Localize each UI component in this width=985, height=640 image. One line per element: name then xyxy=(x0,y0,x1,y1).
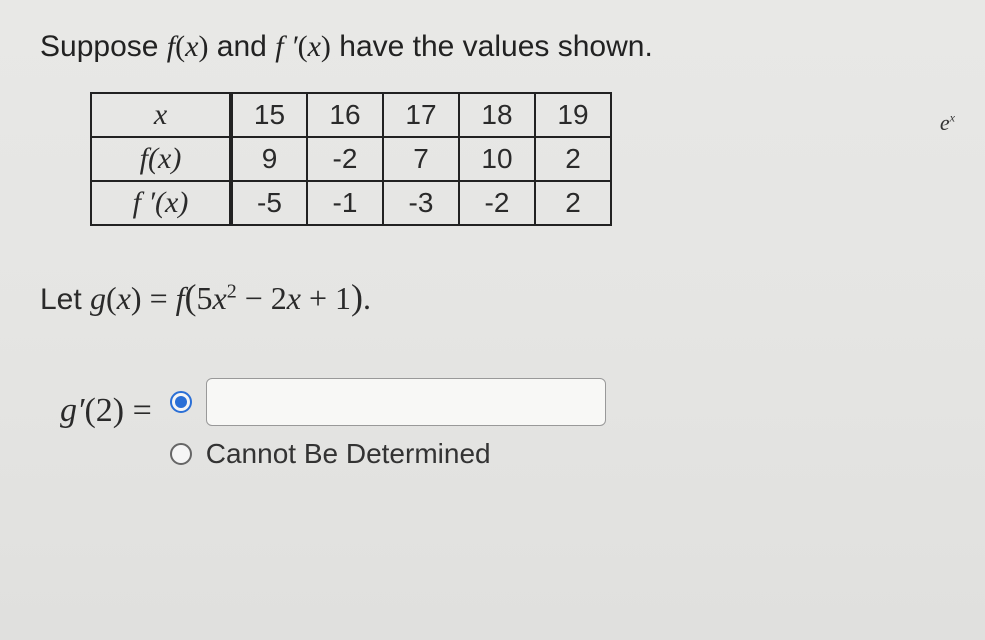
g-sym: g xyxy=(60,392,77,429)
big-paren-open: ( xyxy=(185,277,197,317)
cell: 2 xyxy=(535,181,611,225)
plus-one: + 1 xyxy=(301,280,351,316)
radio-cbd-option[interactable] xyxy=(170,443,192,465)
cell: 15 xyxy=(231,93,307,137)
f-symbol: f xyxy=(176,280,185,316)
period: . xyxy=(363,280,371,316)
cell: 7 xyxy=(383,137,459,181)
paren: ( xyxy=(106,280,117,316)
cbd-label: Cannot Be Determined xyxy=(206,438,491,470)
answer-input[interactable] xyxy=(206,378,606,426)
header-fx: f(x) xyxy=(91,137,231,181)
cell: -2 xyxy=(459,181,535,225)
let-prefix: Let xyxy=(40,283,90,316)
let-statement: Let g(x) = f(5x2 − 2x + 1). xyxy=(40,276,945,318)
option-input-row xyxy=(170,378,606,426)
answer-options: Cannot Be Determined xyxy=(170,378,606,470)
x-symbol-2: x xyxy=(308,30,321,63)
prompt-prefix: Suppose xyxy=(40,30,167,63)
paren-close-2: ) xyxy=(321,30,331,63)
equals: = xyxy=(142,280,176,316)
g-symbol: g xyxy=(90,280,106,316)
cell: 18 xyxy=(459,93,535,137)
option-cbd-row: Cannot Be Determined xyxy=(170,438,606,470)
cell: -5 xyxy=(231,181,307,225)
paren: ) xyxy=(131,280,142,316)
table-row: x 15 16 17 18 19 xyxy=(91,93,611,137)
arg: (2) = xyxy=(84,392,151,429)
f-symbol: f xyxy=(167,30,175,63)
x-sym: x xyxy=(287,280,301,316)
table-row: f ′(x) -5 -1 -3 -2 2 xyxy=(91,181,611,225)
corner-marker: ex xyxy=(940,110,955,136)
paren-open: ( xyxy=(175,30,185,63)
x-sym: x xyxy=(213,280,227,316)
header-x: x xyxy=(91,93,231,137)
prompt-text: Suppose f(x) and f ′(x) have the values … xyxy=(40,30,945,64)
cell: -3 xyxy=(383,181,459,225)
fprime-symbol: f ′ xyxy=(275,30,297,63)
cell: 16 xyxy=(307,93,383,137)
rest: − 2 xyxy=(237,280,287,316)
cell: -2 xyxy=(307,137,383,181)
answer-area: g′(2) = Cannot Be Determined xyxy=(60,378,945,470)
five: 5 xyxy=(197,280,213,316)
values-table: x 15 16 17 18 19 f(x) 9 -2 7 10 2 f ′(x)… xyxy=(90,92,612,226)
paren-open-2: ( xyxy=(298,30,308,63)
gprime-label: g′(2) = xyxy=(60,392,152,430)
and-text: and xyxy=(208,30,275,63)
big-paren-close: ) xyxy=(351,277,363,317)
x-sym: x xyxy=(117,280,131,316)
table-row: f(x) 9 -2 7 10 2 xyxy=(91,137,611,181)
cell: 9 xyxy=(231,137,307,181)
cell: -1 xyxy=(307,181,383,225)
header-fpx: f ′(x) xyxy=(91,181,231,225)
cell: 17 xyxy=(383,93,459,137)
cell: 10 xyxy=(459,137,535,181)
exponent: 2 xyxy=(227,280,237,302)
paren-close: ) xyxy=(198,30,208,63)
cell: 19 xyxy=(535,93,611,137)
x-symbol: x xyxy=(185,30,198,63)
radio-input-option[interactable] xyxy=(170,391,192,413)
cell: 2 xyxy=(535,137,611,181)
prompt-suffix: have the values shown. xyxy=(331,30,653,63)
